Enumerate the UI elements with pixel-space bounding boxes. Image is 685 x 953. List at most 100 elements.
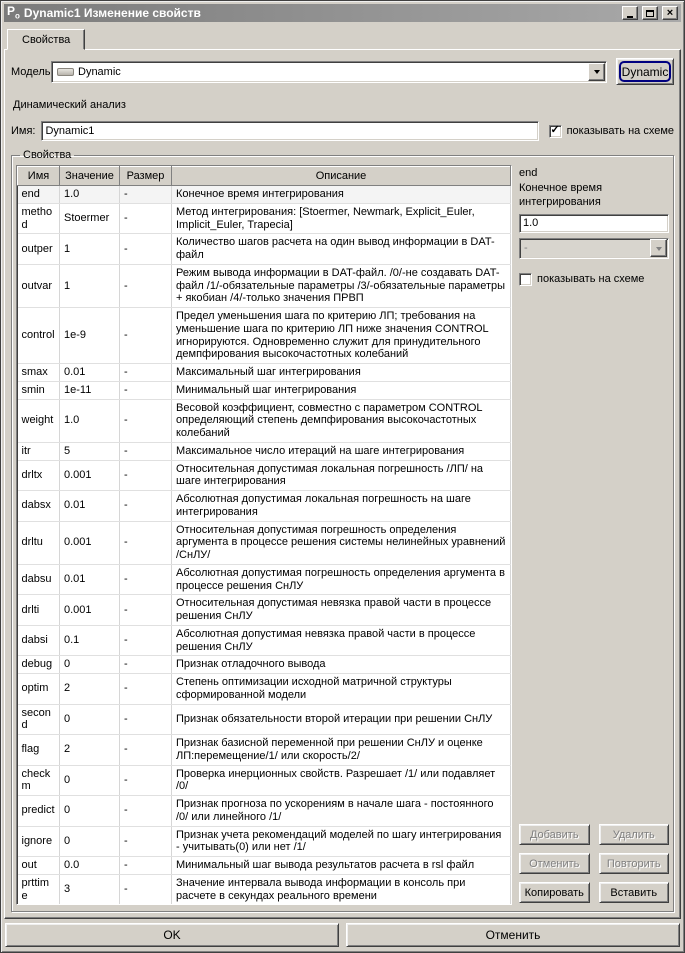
table-row[interactable]: debug0-Признак отладочного вывода — [18, 656, 511, 674]
param-value-cell: 0 — [60, 796, 120, 827]
table-row[interactable]: drlti0.001-Относительная допустимая невя… — [18, 595, 511, 626]
param-name-cell: drlti — [18, 595, 60, 626]
delete-button[interactable]: Удалить — [599, 824, 670, 845]
param-name-cell: weight — [18, 399, 60, 442]
param-description-cell: Относительная допустимая локальная погре… — [172, 460, 511, 491]
param-name-cell: dabsi — [18, 625, 60, 656]
param-value-cell: 0.001 — [60, 521, 120, 564]
column-header-description[interactable]: Описание — [172, 167, 511, 186]
param-description-cell: Степень оптимизации исходной матричной с… — [172, 674, 511, 705]
maximize-icon — [646, 10, 654, 17]
param-description-cell: Абсолютная допустимая невязка правой час… — [172, 625, 511, 656]
show-on-scheme-checkbox[interactable]: ✓ — [549, 125, 562, 138]
detail-value-input[interactable] — [519, 214, 669, 233]
param-size-cell: - — [120, 234, 172, 265]
dynamic-button[interactable]: Dynamic — [616, 58, 674, 85]
redo-button[interactable]: Повторить — [599, 853, 670, 874]
model-combobox[interactable]: Dynamic — [51, 61, 607, 83]
param-name-cell: end — [18, 186, 60, 204]
detail-show-on-scheme-label: показывать на схеме — [537, 273, 644, 285]
detail-panel: end Конечное время интегрирования - ✓ по… — [519, 165, 669, 905]
show-on-scheme-top[interactable]: ✓ показывать на схеме — [549, 125, 674, 138]
param-value-cell: 0.0 — [60, 857, 120, 875]
detail-size-dropdown: - — [519, 238, 669, 259]
add-button[interactable]: Добавить — [519, 824, 590, 845]
param-description-cell: Признак отладочного вывода — [172, 656, 511, 674]
param-description-cell: Абсолютная допустимая локальная погрешно… — [172, 491, 511, 522]
table-row[interactable]: smin1e-11-Минимальный шаг интегрирования — [18, 381, 511, 399]
copy-button[interactable]: Копировать — [519, 882, 590, 903]
model-dropdown-button[interactable] — [588, 63, 605, 81]
minimize-button[interactable] — [622, 6, 638, 20]
detail-param-description: Конечное время интегрирования — [519, 182, 639, 210]
param-value-cell: 0 — [60, 765, 120, 796]
param-size-cell: - — [120, 595, 172, 626]
param-description-cell: Конечное время интегрирования — [172, 186, 511, 204]
param-name-cell: second — [18, 704, 60, 735]
table-row[interactable]: dabsu0.01-Абсолютная допустимая погрешно… — [18, 564, 511, 595]
param-description-cell: Минимальный шаг вывода результатов расче… — [172, 857, 511, 875]
table-row[interactable]: dabsx0.01-Абсолютная допустимая локальна… — [18, 491, 511, 522]
ok-button[interactable]: OK — [5, 923, 339, 947]
table-row[interactable]: flag2-Признак базисной переменной при ре… — [18, 735, 511, 766]
table-row[interactable]: checkm0-Проверка инерционных свойств. Ра… — [18, 765, 511, 796]
param-name-cell: outper — [18, 234, 60, 265]
table-row[interactable]: out0.0-Минимальный шаг вывода результато… — [18, 857, 511, 875]
cancel-button[interactable]: Отменить — [346, 923, 680, 947]
table-row[interactable]: second0-Признак обязательности второй ит… — [18, 704, 511, 735]
param-description-cell: Метод интегрирования: [Stoermer, Newmark… — [172, 203, 511, 234]
param-size-cell: - — [120, 674, 172, 705]
param-value-cell: 0.001 — [60, 460, 120, 491]
table-row[interactable]: predict0-Признак прогноза по ускорениям … — [18, 796, 511, 827]
titlebar: Po Dynamic1 Изменение свойств × — [4, 4, 681, 22]
param-size-cell: - — [120, 735, 172, 766]
param-name-cell: smin — [18, 381, 60, 399]
undo-button[interactable]: Отменить — [519, 853, 590, 874]
param-value-cell: Stoermer — [60, 203, 120, 234]
param-description-cell: Весовой коэффициент, совместно с парамет… — [172, 399, 511, 442]
param-description-cell: Признак обязательности второй итерации п… — [172, 704, 511, 735]
column-header-size[interactable]: Размер — [120, 167, 172, 186]
detail-param-name: end — [519, 167, 669, 179]
table-row[interactable]: prttime3-Значение интервала вывода инфор… — [18, 874, 511, 905]
column-header-name[interactable]: Имя — [18, 167, 60, 186]
table-row[interactable]: outvar1-Режим вывода информации в DAT-фа… — [18, 264, 511, 307]
table-row[interactable]: outper1-Количество шагов расчета на один… — [18, 234, 511, 265]
table-row[interactable]: drltu0.001-Относительная допустимая погр… — [18, 521, 511, 564]
table-row[interactable]: control1e-9-Предел уменьшения шага по кр… — [18, 308, 511, 364]
properties-dialog: Po Dynamic1 Изменение свойств × Свойства… — [0, 0, 685, 953]
param-description-cell: Абсолютная допустимая погрешность опреде… — [172, 564, 511, 595]
param-name-cell: checkm — [18, 765, 60, 796]
close-button[interactable]: × — [662, 6, 678, 20]
table-row[interactable]: weight1.0-Весовой коэффициент, совместно… — [18, 399, 511, 442]
table-row[interactable]: drltx0.001-Относительная допустимая лока… — [18, 460, 511, 491]
table-row[interactable]: optim2-Степень оптимизации исходной матр… — [18, 674, 511, 705]
tab-properties[interactable]: Свойства — [7, 29, 85, 50]
table-row[interactable]: end1.0-Конечное время интегрирования — [18, 186, 511, 204]
param-description-cell: Минимальный шаг интегрирования — [172, 381, 511, 399]
param-value-cell: 1 — [60, 234, 120, 265]
show-on-scheme-detail[interactable]: ✓ показывать на схеме — [519, 273, 669, 286]
name-label: Имя: — [11, 125, 35, 137]
param-description-cell: Признак прогноза по ускорениям в начале … — [172, 796, 511, 827]
param-value-cell: 0 — [60, 704, 120, 735]
paste-button[interactable]: Вставить — [599, 882, 670, 903]
table-row[interactable]: ignore0-Признак учета рекомендаций модел… — [18, 826, 511, 857]
param-value-cell: 0 — [60, 656, 120, 674]
param-name-cell: prttime — [18, 874, 60, 905]
name-input[interactable] — [41, 121, 538, 141]
param-name-cell: drltu — [18, 521, 60, 564]
column-header-value[interactable]: Значение — [60, 167, 120, 186]
param-name-cell: dabsu — [18, 564, 60, 595]
param-name-cell: predict — [18, 796, 60, 827]
detail-show-on-scheme-checkbox[interactable]: ✓ — [519, 273, 532, 286]
param-size-cell: - — [120, 656, 172, 674]
table-row[interactable]: smax0.01-Максимальный шаг интегрирования — [18, 364, 511, 382]
param-description-cell: Максимальное число итераций на шаге инте… — [172, 442, 511, 460]
maximize-button[interactable] — [642, 6, 658, 20]
table-row[interactable]: methodStoermer-Метод интегрирования: [St… — [18, 203, 511, 234]
table-row[interactable]: itr5-Максимальное число итераций на шаге… — [18, 442, 511, 460]
table-row[interactable]: dabsi0.1-Абсолютная допустимая невязка п… — [18, 625, 511, 656]
name-row: Имя: ✓ показывать на схеме — [11, 121, 674, 141]
param-name-cell: smax — [18, 364, 60, 382]
